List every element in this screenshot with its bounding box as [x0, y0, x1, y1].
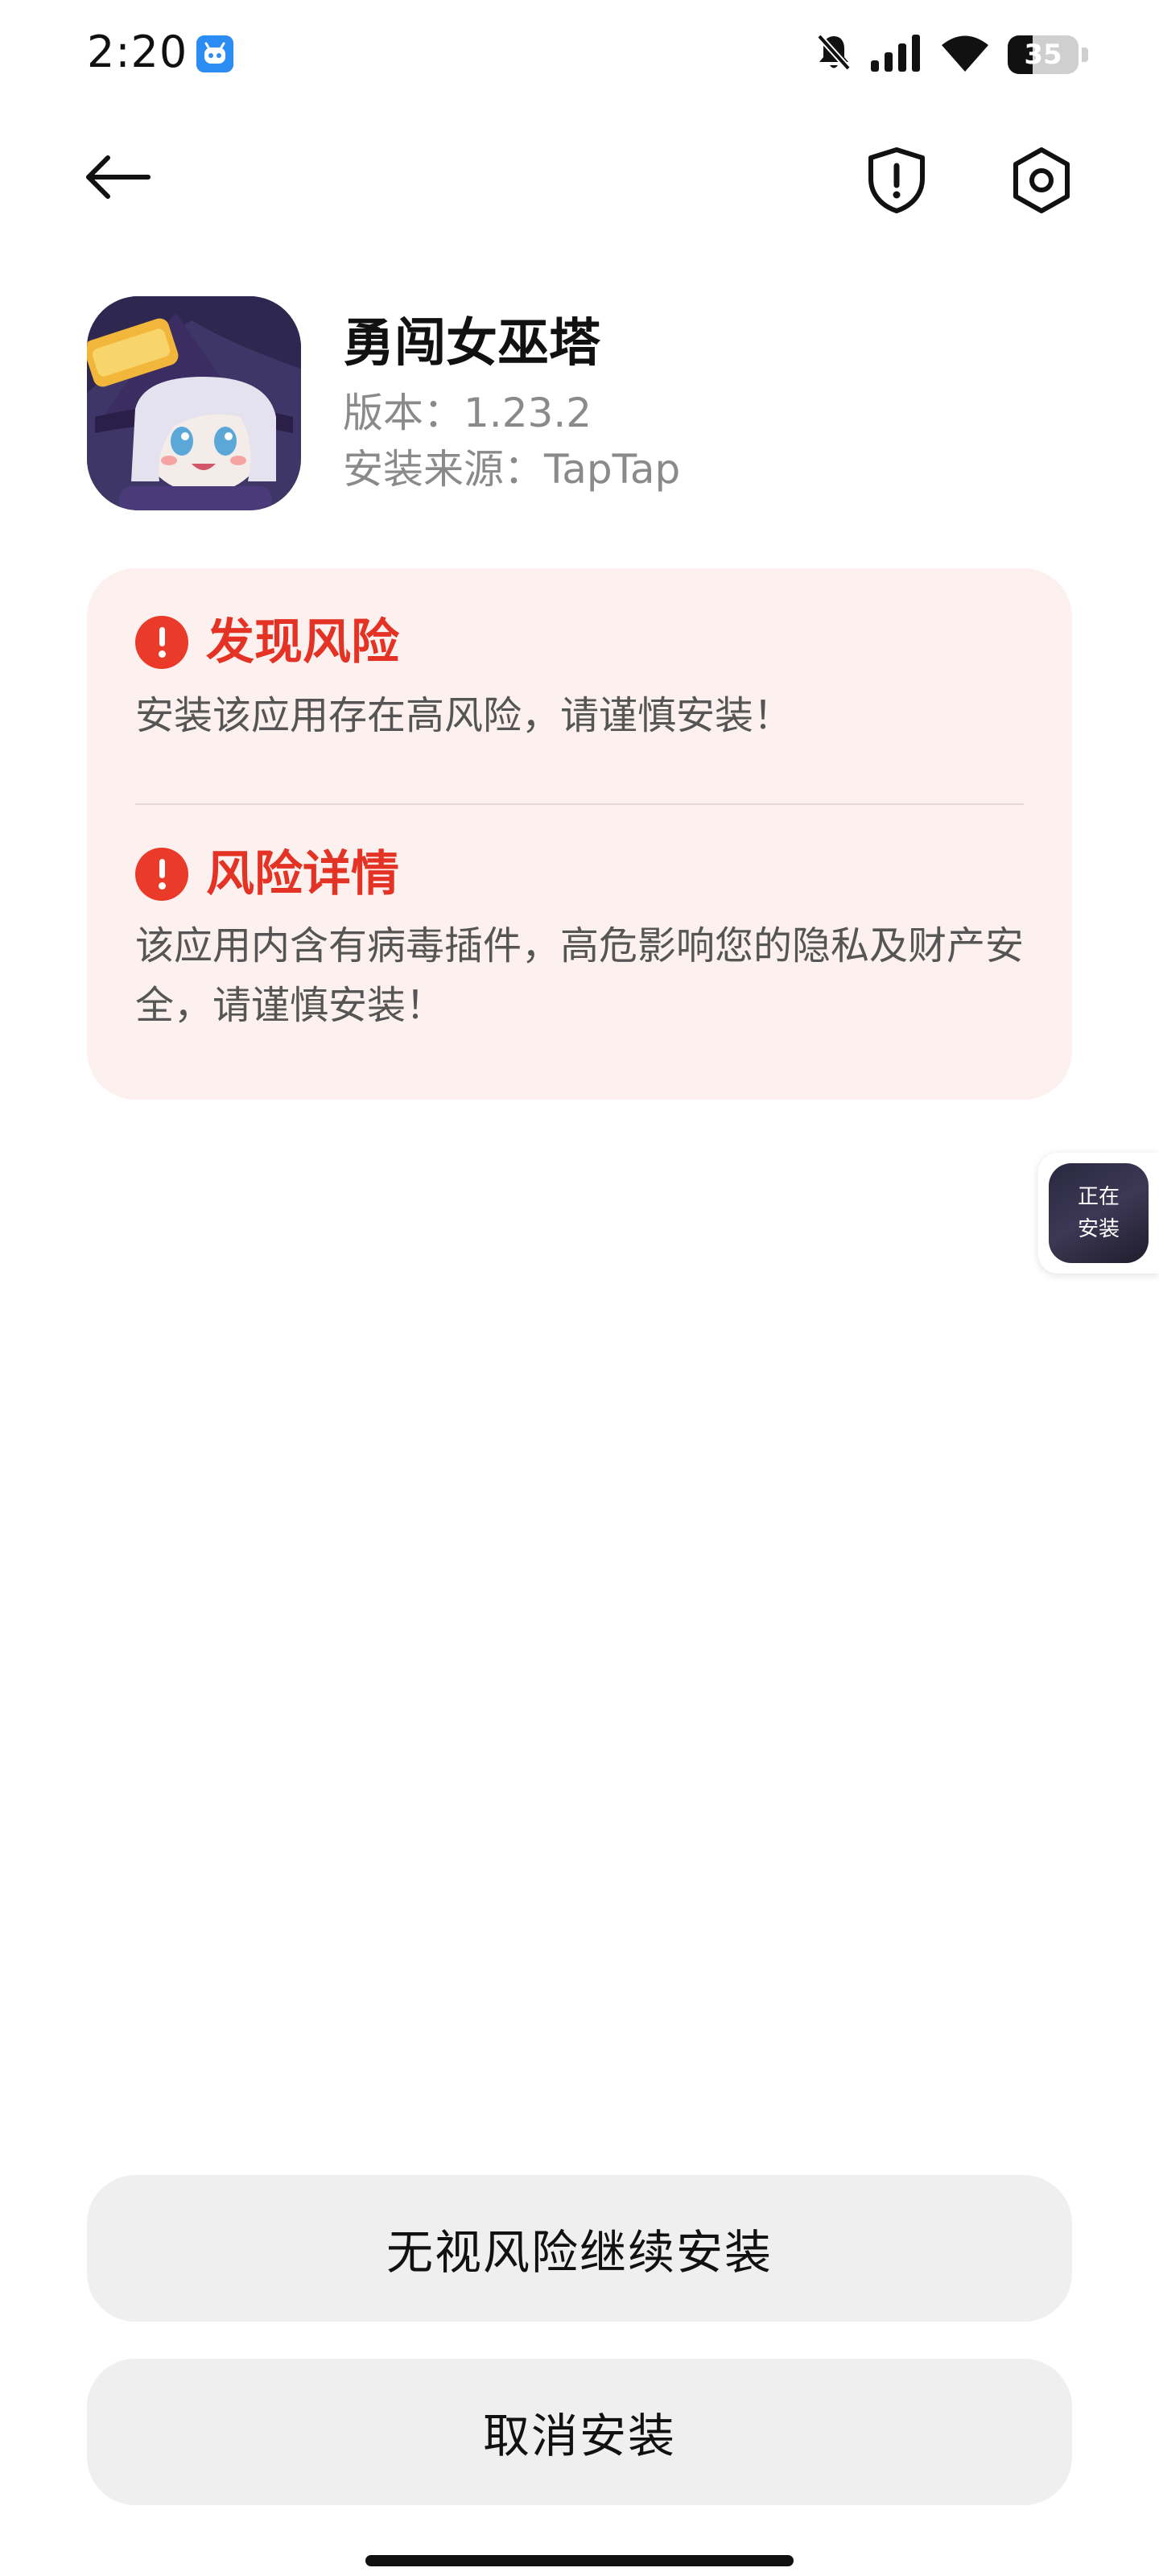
home-indicator[interactable] — [365, 2555, 794, 2566]
continue-install-button[interactable]: 无视风险继续安装 — [87, 2175, 1072, 2322]
installing-label-line1: 正在 — [1077, 1185, 1120, 1209]
risk-detail-description: 该应用内含有病毒插件，高危影响您的隐私及财产安全，请谨慎安装！ — [135, 923, 1025, 1028]
cancel-install-button[interactable]: 取消安装 — [87, 2359, 1072, 2505]
risk-detail-header: 风险详情 — [135, 842, 399, 906]
installing-label-line2: 安装 — [1077, 1217, 1120, 1241]
app-name: 勇闯女巫塔 — [343, 314, 600, 374]
settings-button[interactable] — [1003, 142, 1080, 219]
warning-icon — [135, 848, 188, 901]
battery-tip — [1082, 47, 1088, 62]
app-version: 版本：1.23.2 — [343, 390, 592, 436]
risk-card: 发现风险 安装该应用存在高风险，请谨慎安装！ 风险详情 该应用内含有病毒插件，高… — [87, 568, 1072, 1100]
security-shield-icon — [868, 147, 925, 213]
app-install-source: 安装来源：TapTap — [343, 446, 681, 493]
signal-icon — [871, 35, 922, 75]
status-time: 2:20 — [87, 27, 188, 77]
app-icon — [87, 296, 301, 510]
wifi-icon — [942, 35, 988, 75]
installing-floating-widget[interactable]: 正在 安装 — [1038, 1153, 1159, 1274]
security-button[interactable] — [858, 142, 935, 219]
risk-found-description: 安装该应用存在高风险，请谨慎安装！ — [135, 693, 793, 738]
back-arrow-icon — [86, 155, 151, 199]
battery-icon: 35 — [1008, 35, 1079, 74]
risk-found-title: 发现风险 — [206, 614, 399, 671]
status-icons: 35 — [816, 32, 1088, 77]
status-bar: 2:20 35 — [0, 0, 1159, 105]
risk-found-header: 发现风险 — [135, 610, 399, 675]
battery-level: 35 — [1024, 39, 1062, 71]
warning-icon — [135, 616, 188, 669]
mute-bell-icon — [816, 33, 852, 76]
installing-thumbnail: 正在 安装 — [1049, 1163, 1149, 1263]
risk-divider — [135, 803, 1024, 805]
settings-gear-icon — [1013, 147, 1070, 213]
app-notification-icon — [196, 35, 233, 72]
back-button[interactable] — [77, 145, 158, 209]
risk-detail-title: 风险详情 — [206, 846, 399, 902]
